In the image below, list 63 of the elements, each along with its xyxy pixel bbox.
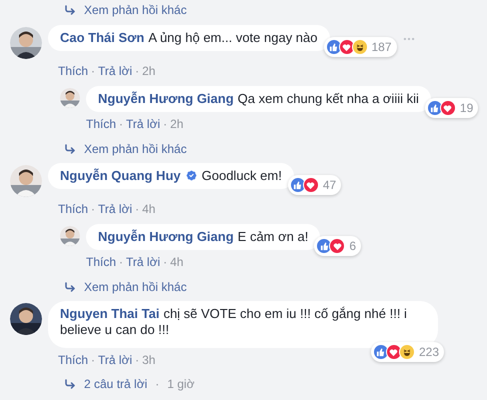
- timestamp[interactable]: 4h: [170, 253, 184, 271]
- reaction-count: 47: [322, 177, 336, 194]
- dot-separator: ·: [135, 201, 140, 218]
- like-icon: [290, 177, 306, 193]
- like-icon: [326, 39, 342, 55]
- action-link[interactable]: Trả lời: [126, 115, 160, 133]
- timestamp[interactable]: 4h: [142, 200, 156, 218]
- reaction-count: 19: [460, 100, 474, 117]
- comment-text: Goodluck em!: [202, 168, 282, 183]
- dot-separator: ·: [91, 201, 96, 218]
- author-name[interactable]: Cao Thái Sơn: [60, 30, 144, 45]
- dot-separator: ·: [91, 352, 96, 369]
- more-replies-link[interactable]: Xem phản hồi khác: [84, 1, 187, 19]
- action-link[interactable]: Trả lời: [98, 62, 132, 80]
- reaction-summary[interactable]: 6: [314, 236, 362, 256]
- like-icon: [316, 238, 332, 254]
- dot-separator: ·: [119, 116, 124, 133]
- dot-separator: ·: [135, 63, 140, 80]
- author-name[interactable]: Nguyễn Hương Giang: [98, 229, 234, 244]
- dot-separator: ·: [155, 376, 160, 393]
- reply-arrow-icon: [64, 4, 76, 16]
- author-name[interactable]: Nguyen Thai Tai: [60, 306, 160, 321]
- action-link[interactable]: Thích: [86, 115, 116, 133]
- action-link[interactable]: Thích: [58, 200, 88, 218]
- timestamp[interactable]: 2h: [170, 115, 184, 133]
- author-name[interactable]: Nguyễn Quang Huy: [60, 168, 181, 183]
- timestamp[interactable]: 3h: [142, 351, 156, 369]
- dot-separator: ·: [163, 116, 168, 133]
- action-link[interactable]: Thích: [58, 351, 88, 369]
- action-link[interactable]: Trả lời: [98, 351, 132, 369]
- dot-separator: ·: [163, 254, 168, 271]
- reaction-count: 187: [372, 39, 392, 56]
- comment-text: Nguyễn Hương Giang E cảm ơn a!: [98, 229, 308, 244]
- more-replies-link[interactable]: Xem phản hồi khác: [84, 140, 187, 158]
- more-replies-link[interactable]: Xem phản hồi khác: [84, 278, 187, 296]
- action-link[interactable]: Thích: [58, 62, 88, 80]
- verified-badge-icon: [184, 169, 198, 182]
- reaction-summary[interactable]: 19: [424, 98, 478, 118]
- action-link[interactable]: Trả lời: [126, 253, 160, 271]
- comment-text: Nguyễn Hương Giang Qa xem chung kết nha a ơiiii kii: [98, 91, 419, 106]
- laughing-face-icon: [398, 344, 415, 360]
- more-replies-link[interactable]: 2 câu trả lời: [84, 375, 148, 393]
- dot-separator: ·: [119, 254, 124, 271]
- dot-separator: ·: [135, 352, 140, 369]
- action-link[interactable]: Thích: [86, 253, 116, 271]
- reaction-count: 223: [418, 344, 439, 361]
- reply-arrow-icon: [64, 143, 76, 155]
- reaction-summary[interactable]: 187: [324, 37, 397, 57]
- timestamp[interactable]: 2h: [142, 62, 156, 80]
- comment-text: Cao Thái Sơn A ủng hộ em... vote ngay nào: [60, 30, 318, 45]
- action-link[interactable]: Trả lời: [98, 200, 132, 218]
- comment-text: Nguyen Thai Tai chị sẽ VOTE cho em iu !!! cố gắng nhé !!! i believe u can do !!!: [60, 306, 407, 337]
- like-icon: [426, 100, 443, 116]
- timestamp: 1 giờ: [167, 376, 194, 393]
- reaction-count: 6: [349, 238, 356, 255]
- like-icon: [372, 344, 389, 360]
- laughing-face-icon: [352, 39, 368, 55]
- reply-arrow-icon: [64, 378, 76, 390]
- author-name[interactable]: Nguyễn Hương Giang: [98, 91, 234, 106]
- dot-separator: ·: [91, 63, 96, 80]
- reaction-summary[interactable]: 223: [370, 342, 444, 362]
- reply-arrow-icon: [64, 281, 76, 293]
- reaction-summary[interactable]: 47: [288, 175, 342, 195]
